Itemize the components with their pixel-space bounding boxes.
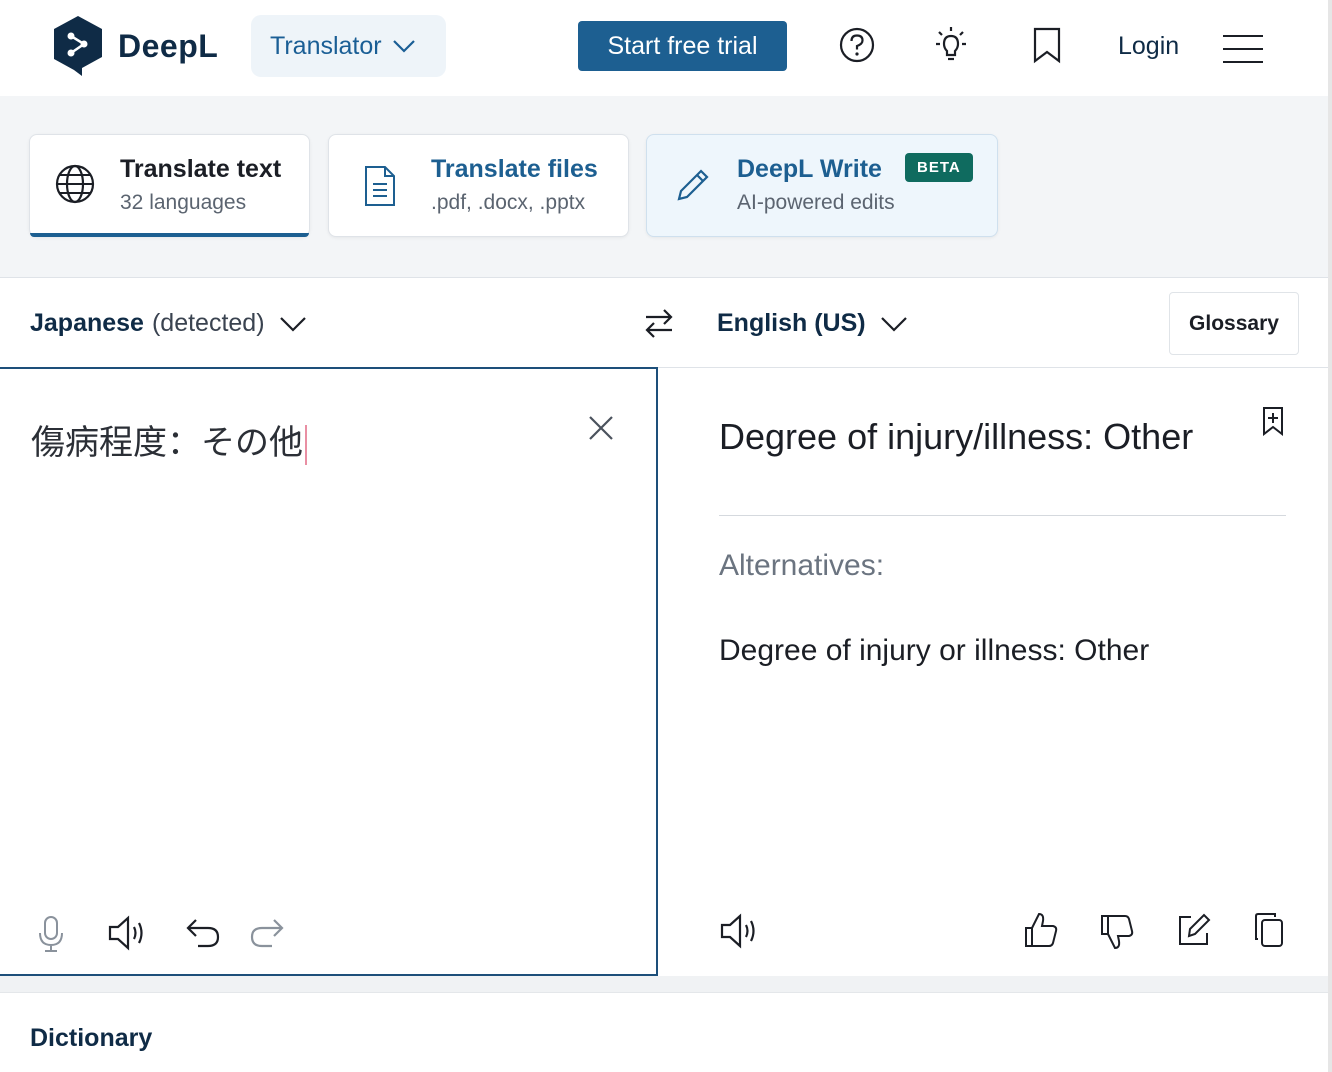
translate-text-title: Translate text	[120, 155, 282, 183]
document-icon	[365, 166, 395, 206]
copy-icon[interactable]	[1253, 911, 1285, 949]
undo-icon[interactable]	[184, 916, 222, 950]
target-text-panel: Degree of injury/illness: Other Alternat…	[658, 368, 1328, 976]
alternative-translation[interactable]: Degree of injury or illness: Other	[719, 634, 1149, 668]
speaker-icon[interactable]	[718, 911, 762, 951]
chevron-down-icon	[279, 316, 306, 332]
translate-files-tab[interactable]: Translate files .pdf, .docx, .pptx	[328, 134, 629, 237]
source-text: 傷病程度：その他	[31, 423, 303, 463]
translator-dropdown[interactable]: Translator	[251, 15, 446, 77]
language-bar: Japanese (detected) English (US) Glossar…	[0, 277, 1328, 368]
active-tab-indicator	[30, 233, 309, 237]
translate-files-title: Translate files	[431, 155, 598, 183]
source-language-select[interactable]: Japanese (detected)	[30, 309, 307, 338]
chevron-down-icon	[392, 40, 415, 53]
target-language-select[interactable]: English (US)	[717, 309, 908, 338]
redo-icon[interactable]	[248, 916, 286, 950]
chevron-down-icon	[880, 316, 907, 332]
translate-text-sub: 32 languages	[120, 191, 247, 214]
page-edge	[1328, 0, 1332, 1072]
dictionary-section: Dictionary	[0, 992, 1328, 1072]
login-link[interactable]: Login	[1118, 32, 1179, 61]
alternatives-label: Alternatives:	[719, 549, 885, 582]
source-language: Japanese	[30, 309, 144, 337]
top-header: DeepL Translator Start free trial Login	[0, 0, 1328, 96]
add-bookmark-icon[interactable]	[1261, 406, 1285, 436]
source-language-note: (detected)	[151, 309, 265, 337]
divider	[719, 515, 1286, 516]
source-textarea[interactable]: 傷病程度：その他	[31, 415, 307, 465]
translation-result[interactable]: Degree of injury/illness: Other	[719, 416, 1193, 458]
section-gap	[0, 976, 1328, 992]
edit-icon[interactable]	[1175, 911, 1213, 949]
deepl-write-title: DeepL Write	[737, 155, 882, 183]
source-text-panel[interactable]: 傷病程度：その他	[0, 367, 658, 976]
translate-text-tab[interactable]: Translate text 32 languages	[29, 134, 310, 237]
start-free-trial-button[interactable]: Start free trial	[578, 21, 787, 71]
mode-selector: Translate text 32 languages Translate fi…	[0, 96, 1328, 277]
brand-name: DeepL	[118, 27, 219, 64]
glossary-button[interactable]: Glossary	[1169, 292, 1299, 355]
help-icon[interactable]	[838, 26, 876, 64]
speaker-icon[interactable]	[106, 913, 150, 953]
microphone-icon[interactable]	[36, 914, 66, 954]
swap-languages-icon[interactable]	[642, 306, 676, 340]
bookmark-icon[interactable]	[1031, 26, 1063, 64]
translate-files-sub: .pdf, .docx, .pptx	[431, 191, 586, 214]
text-caret	[305, 424, 307, 465]
thumbs-up-icon[interactable]	[1023, 911, 1059, 949]
close-icon[interactable]	[586, 413, 616, 443]
globe-icon	[55, 164, 95, 204]
deepl-write-tab[interactable]: DeepL Write BETA AI-powered edits	[646, 134, 998, 237]
target-language: English (US)	[717, 309, 866, 337]
deepl-logo[interactable]: DeepL	[52, 14, 218, 78]
beta-badge: BETA	[905, 153, 973, 182]
pencil-icon	[677, 169, 709, 201]
translator-label: Translator	[270, 31, 382, 60]
dictionary-title: Dictionary	[30, 1024, 153, 1052]
deepl-write-sub: AI-powered edits	[737, 191, 895, 214]
menu-icon[interactable]	[1222, 33, 1264, 65]
thumbs-down-icon[interactable]	[1099, 913, 1135, 951]
lightbulb-icon[interactable]	[930, 24, 972, 66]
deepl-logo-icon	[54, 16, 102, 76]
